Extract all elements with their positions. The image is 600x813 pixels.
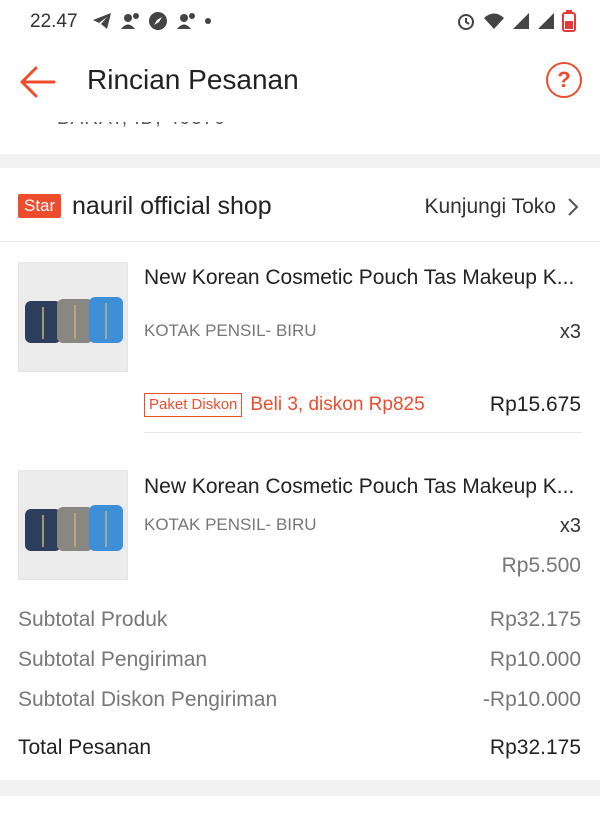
next-section-card — [0, 796, 600, 813]
star-badge: Star — [18, 194, 62, 218]
status-time: 22.47 — [30, 11, 78, 32]
total-pesanan-label: Total Pesanan — [18, 736, 152, 759]
wifi-icon — [484, 13, 504, 29]
visit-shop-link[interactable]: Kunjungi Toko — [424, 195, 556, 219]
app-bar: Rincian Pesanan ? — [0, 44, 600, 122]
status-bar: 22.47 — [0, 0, 600, 44]
divider — [144, 432, 582, 433]
subtotal-pengiriman-label: Subtotal Pengiriman — [18, 648, 208, 671]
person-notification-icon — [121, 13, 139, 29]
address-strip: BARAT, ID, 40370 — [0, 122, 600, 154]
total-pesanan-row: Total Pesanan Rp32.175 — [0, 736, 600, 766]
diskon-pengiriman-label: Subtotal Diskon Pengiriman — [18, 688, 278, 711]
product-quantity: x3 — [559, 321, 581, 343]
product-thumbnail — [18, 262, 128, 372]
telegram-icon — [93, 13, 111, 29]
product-name: New Korean Cosmetic Pouch Tas Makeup K..… — [144, 266, 575, 289]
dot-icon — [205, 18, 211, 24]
shop-name: nauril official shop — [72, 192, 272, 220]
product-price: Rp15.675 — [489, 393, 581, 416]
address-text: BARAT, ID, 40370 — [57, 122, 226, 130]
battery-icon — [562, 10, 576, 32]
chevron-right-icon[interactable] — [566, 197, 580, 217]
order-card: Star nauril official shop Kunjungi Toko … — [0, 168, 600, 780]
arrow-left-icon[interactable] — [18, 62, 58, 102]
status-left-icons — [92, 11, 212, 31]
signal-icon — [513, 13, 529, 29]
page-title: Rincian Pesanan — [87, 64, 299, 95]
diskon-pengiriman-row: Subtotal Diskon Pengiriman -Rp10.000 — [0, 688, 600, 718]
product-variant: KOTAK PENSIL- BIRU — [144, 321, 317, 340]
shop-header[interactable]: Star nauril official shop Kunjungi Toko — [0, 168, 600, 242]
help-icon[interactable]: ? — [546, 62, 582, 98]
subtotal-pengiriman-row: Subtotal Pengiriman Rp10.000 — [0, 648, 600, 678]
product-variant: KOTAK PENSIL- BIRU — [144, 515, 317, 534]
product-price: Rp5.500 — [501, 554, 581, 577]
paket-diskon-tag: Paket Diskon — [144, 393, 243, 417]
product-name: New Korean Cosmetic Pouch Tas Makeup K..… — [144, 475, 575, 498]
promo-description: Beli 3, diskon Rp825 — [250, 394, 425, 415]
person-notification-icon — [177, 13, 195, 29]
product-quantity: x3 — [559, 515, 581, 537]
compass-icon — [149, 12, 167, 30]
promo-row: Paket Diskon Beli 3, diskon Rp825 — [144, 393, 425, 417]
diskon-pengiriman-value: -Rp10.000 — [482, 688, 581, 711]
signal-icon — [538, 13, 554, 29]
status-right-icons — [456, 10, 576, 32]
subtotal-pengiriman-value: Rp10.000 — [489, 648, 581, 671]
product-thumbnail — [18, 470, 128, 580]
alarm-icon — [458, 14, 474, 30]
subtotal-produk-label: Subtotal Produk — [18, 608, 168, 631]
total-pesanan-value: Rp32.175 — [489, 736, 581, 759]
subtotal-produk-row: Subtotal Produk Rp32.175 — [0, 608, 600, 638]
subtotal-produk-value: Rp32.175 — [489, 608, 581, 631]
